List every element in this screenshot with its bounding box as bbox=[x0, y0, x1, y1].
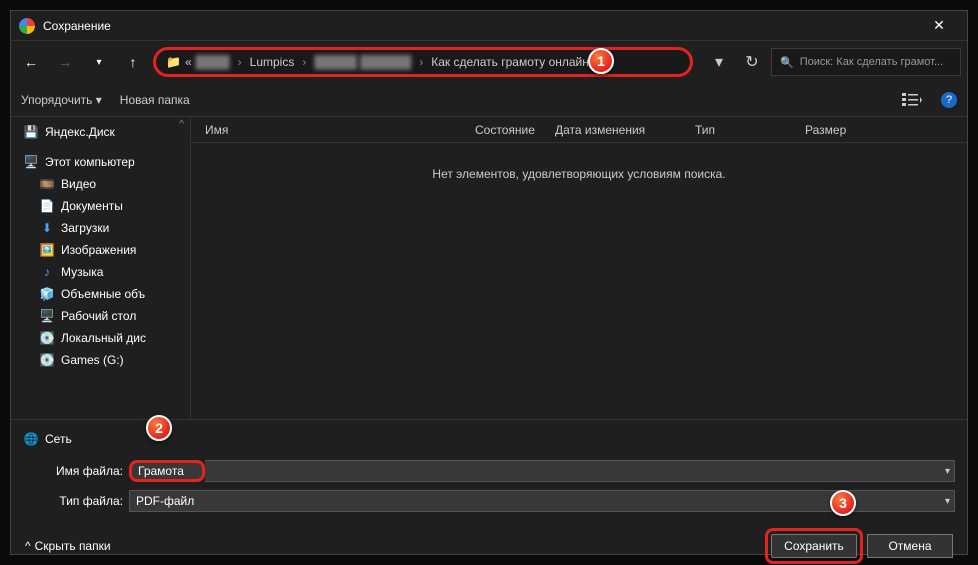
download-icon: ⬇ bbox=[39, 220, 55, 236]
forward-button[interactable]: → bbox=[51, 48, 79, 76]
file-list-area: Имя Состояние Дата изменения Тип Размер … bbox=[191, 117, 967, 419]
sidebar-pictures[interactable]: 🖼️Изображения bbox=[11, 239, 190, 261]
scroll-up-icon[interactable]: ^ bbox=[179, 119, 184, 130]
chevron-right-icon: › bbox=[419, 55, 423, 69]
column-state[interactable]: Состояние bbox=[467, 123, 547, 137]
breadcrumb-history-dropdown[interactable]: ▾ bbox=[705, 52, 733, 72]
refresh-button[interactable]: ↻ bbox=[739, 52, 765, 72]
chevron-up-icon: ^ bbox=[25, 539, 31, 553]
image-icon: 🖼️ bbox=[39, 242, 55, 258]
help-button[interactable]: ? bbox=[941, 92, 957, 108]
filetype-row: Тип файла: PDF-файл ▾ bbox=[11, 486, 967, 516]
view-options-button[interactable] bbox=[901, 91, 923, 109]
cube-icon: 🧊 bbox=[39, 286, 55, 302]
navigation-bar: ← → ▾ ↑ 📁 « ████ › Lumpics › █████ █████… bbox=[11, 41, 967, 83]
filename-input-extension[interactable]: ▾ bbox=[205, 460, 955, 482]
sidebar-documents[interactable]: 📄Документы bbox=[11, 195, 190, 217]
chevron-right-icon: › bbox=[302, 55, 306, 69]
drive-icon: 💽 bbox=[39, 352, 55, 368]
save-dialog-window: Сохранение ✕ ← → ▾ ↑ 📁 « ████ › Lumpics … bbox=[10, 10, 968, 555]
search-placeholder: Поиск: Как сделать грамот... bbox=[800, 56, 943, 68]
dropdown-icon[interactable]: ▾ bbox=[945, 496, 950, 507]
folder-icon: 📁 bbox=[166, 55, 181, 69]
annotation-callout-1: 1 bbox=[588, 48, 614, 74]
document-icon: 📄 bbox=[39, 198, 55, 214]
breadcrumb-segment[interactable]: Lumpics bbox=[250, 55, 295, 69]
sidebar-music[interactable]: ♪Музыка bbox=[11, 261, 190, 283]
sidebar-yandex-disk[interactable]: 💾Яндекс.Диск bbox=[11, 121, 190, 143]
window-title: Сохранение bbox=[43, 19, 111, 33]
music-icon: ♪ bbox=[39, 264, 55, 280]
dialog-footer: ^ Скрыть папки Сохранить Отмена bbox=[11, 524, 967, 564]
sidebar-desktop[interactable]: 🖥️Рабочий стол bbox=[11, 305, 190, 327]
close-button[interactable]: ✕ bbox=[919, 11, 959, 41]
empty-folder-message: Нет элементов, удовлетворяющих условиям … bbox=[191, 143, 967, 181]
up-button[interactable]: ↑ bbox=[119, 48, 147, 76]
filename-row: Имя файла: Грамота ▾ bbox=[11, 456, 967, 486]
disk-icon: 💾 bbox=[23, 124, 39, 140]
sidebar-downloads[interactable]: ⬇Загрузки bbox=[11, 217, 190, 239]
search-input[interactable]: 🔍 Поиск: Как сделать грамот... bbox=[771, 48, 961, 76]
filetype-label: Тип файла: bbox=[23, 494, 123, 508]
pc-icon: 🖥️ bbox=[23, 154, 39, 170]
app-icon bbox=[19, 18, 35, 34]
save-button[interactable]: Сохранить bbox=[771, 534, 857, 558]
column-type[interactable]: Тип bbox=[687, 123, 797, 137]
column-name[interactable]: Имя bbox=[197, 123, 467, 137]
hide-folders-toggle[interactable]: ^ Скрыть папки bbox=[25, 539, 111, 553]
breadcrumb-blurred: █████ ██████ bbox=[314, 55, 411, 69]
drive-icon: 💽 bbox=[39, 330, 55, 346]
recent-dropdown[interactable]: ▾ bbox=[85, 48, 113, 76]
filename-label: Имя файла: bbox=[23, 464, 123, 478]
video-icon: 🎞️ bbox=[39, 176, 55, 192]
breadcrumb-blurred: ████ bbox=[196, 55, 230, 69]
annotation-callout-2: 2 bbox=[146, 415, 172, 441]
column-headers: Имя Состояние Дата изменения Тип Размер bbox=[191, 117, 967, 143]
sidebar-videos[interactable]: 🎞️Видео bbox=[11, 173, 190, 195]
new-folder-button[interactable]: Новая папка bbox=[120, 93, 190, 107]
sidebar-games-drive[interactable]: 💽Games (G:) bbox=[11, 349, 190, 371]
sidebar-this-pc[interactable]: 🖥️Этот компьютер bbox=[11, 151, 190, 173]
cancel-button[interactable]: Отмена bbox=[867, 534, 953, 558]
desktop-icon: 🖥️ bbox=[39, 308, 55, 324]
search-icon: 🔍 bbox=[780, 56, 794, 69]
dropdown-icon[interactable]: ▾ bbox=[945, 466, 950, 477]
sidebar-3d-objects[interactable]: 🧊Объемные объ bbox=[11, 283, 190, 305]
column-size[interactable]: Размер bbox=[797, 123, 877, 137]
organize-button[interactable]: Упорядочить ▾ bbox=[21, 93, 102, 107]
sidebar-tree: ^ 💾Яндекс.Диск 🖥️Этот компьютер 🎞️Видео … bbox=[11, 117, 191, 419]
breadcrumb-prefix: « bbox=[185, 55, 192, 69]
column-date[interactable]: Дата изменения bbox=[547, 123, 687, 137]
chevron-right-icon: › bbox=[238, 55, 242, 69]
back-button[interactable]: ← bbox=[17, 48, 45, 76]
annotation-callout-3: 3 bbox=[830, 490, 856, 516]
toolbar: Упорядочить ▾ Новая папка ? bbox=[11, 83, 967, 117]
filename-input[interactable]: Грамота bbox=[129, 460, 205, 482]
titlebar: Сохранение ✕ bbox=[11, 11, 967, 41]
breadcrumb-segment[interactable]: Как сделать грамоту онлайн bbox=[431, 55, 589, 69]
sidebar-local-disk[interactable]: 💽Локальный дис bbox=[11, 327, 190, 349]
network-icon: 🌐 bbox=[23, 431, 39, 447]
